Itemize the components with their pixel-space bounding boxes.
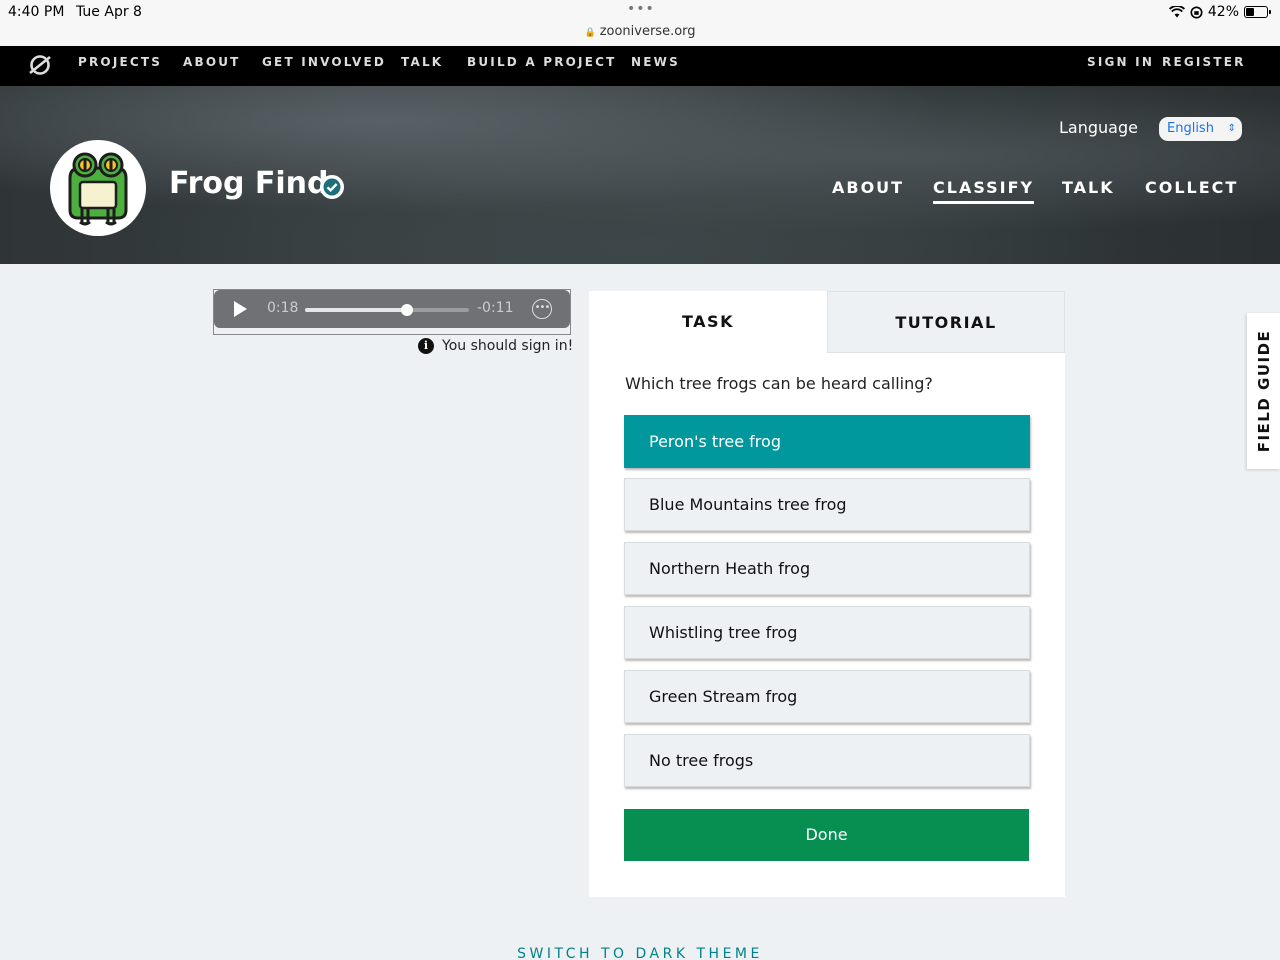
wifi-icon [1168,6,1185,18]
battery-icon [1244,6,1271,18]
rotation-lock-icon [1190,6,1203,18]
url-text: zooniverse.org [599,24,696,39]
audio-scrubber-handle[interactable] [400,304,413,316]
nav-talk[interactable]: TALK [401,46,443,78]
more-dots-icon[interactable]: ••• [627,1,655,17]
play-icon[interactable] [234,301,247,317]
audio-progress-fill [305,308,407,312]
status-time: 4:40 PM [8,4,65,20]
switch-theme-link[interactable]: SWITCH TO DARK THEME [0,946,1280,960]
verified-check-icon [320,175,344,199]
language-select[interactable]: English ⇕ [1159,117,1242,141]
project-nav-about[interactable]: ABOUT [832,178,904,197]
more-options-icon[interactable]: ••• [532,299,552,319]
chevron-updown-icon: ⇕ [1227,123,1236,134]
answer-perons-tree-frog[interactable]: Peron's tree frog [624,415,1030,468]
project-nav-collect[interactable]: COLLECT [1145,178,1238,197]
frog-logo-icon [68,152,128,226]
nav-projects[interactable]: PROJECTS [78,46,162,78]
status-indicators: 42% [1168,4,1271,20]
sign-in-notice-text: You should sign in! [442,338,574,354]
field-guide-label: FIELD GUIDE [1254,329,1273,453]
field-guide-button[interactable]: FIELD GUIDE [1247,313,1280,469]
audio-player: 0:18 -0:11 ••• [214,290,570,328]
battery-level [1246,8,1254,16]
done-button[interactable]: Done [624,809,1029,861]
answer-blue-mountains-tree-frog[interactable]: Blue Mountains tree frog [624,478,1030,531]
battery-percent: 42% [1207,4,1239,20]
audio-remaining: -0:11 [477,300,514,316]
answer-whistling-tree-frog[interactable]: Whistling tree frog [624,606,1030,659]
task-panel: TASK TUTORIAL Which tree frogs can be he… [589,291,1065,897]
language-value: English [1167,121,1214,136]
sign-in-link[interactable]: SIGN IN [1087,46,1154,78]
subject-viewer: 0:18 -0:11 ••• [213,289,571,335]
project-nav-talk[interactable]: TALK [1062,178,1115,197]
project-nav-classify[interactable]: CLASSIFY [933,178,1035,204]
language-label: Language [1059,118,1138,137]
device-status-bar: 4:40 PM Tue Apr 8 ••• 🔒 zooniverse.org 42… [0,0,1280,46]
sign-in-notice: i You should sign in! [418,338,573,354]
lock-icon: 🔒 [584,28,596,38]
status-date: Tue Apr 8 [76,4,142,20]
nav-about[interactable]: ABOUT [183,46,241,78]
info-icon: i [418,338,434,354]
nav-build-a-project[interactable]: BUILD A PROJECT [467,46,617,78]
audio-scrubber[interactable] [305,304,469,316]
answer-northern-heath-frog[interactable]: Northern Heath frog [624,542,1030,595]
site-nav: PROJECTS ABOUT GET INVOLVED TALK BUILD A… [0,46,1280,86]
task-question: Which tree frogs can be heard calling? [625,374,933,393]
project-header: Frog Find Language English ⇕ ABOUT CLASS… [0,86,1280,264]
audio-elapsed: 0:18 [267,300,299,316]
tab-task[interactable]: TASK [589,291,827,353]
tab-tutorial[interactable]: TUTORIAL [827,291,1065,353]
answer-no-tree-frogs[interactable]: No tree frogs [624,734,1030,787]
nav-news[interactable]: NEWS [631,46,680,78]
answer-green-stream-frog[interactable]: Green Stream frog [624,670,1030,723]
project-avatar[interactable] [50,140,146,236]
zooniverse-logo-icon[interactable] [28,53,52,77]
nav-get-involved[interactable]: GET INVOLVED [262,46,386,78]
project-title[interactable]: Frog Find [169,166,329,201]
register-link[interactable]: REGISTER [1162,46,1246,78]
address-bar[interactable]: 🔒 zooniverse.org [0,24,1280,39]
